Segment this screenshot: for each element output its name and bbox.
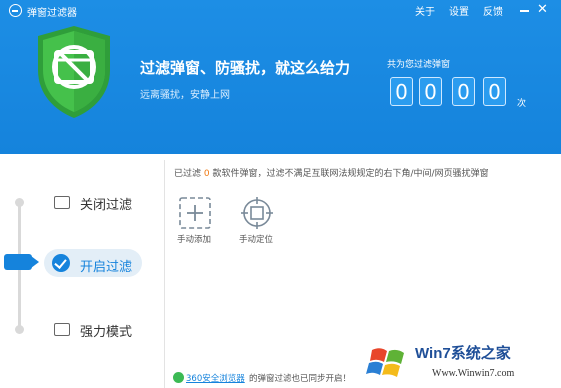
- watermark-brand: Win7系统之家: [415, 345, 511, 362]
- mode-off-label: 关闭过滤: [80, 198, 133, 213]
- watermark-url: Www.Winwin7.com: [432, 368, 515, 379]
- crosshair-icon[interactable]: [240, 196, 274, 230]
- minimize-icon[interactable]: [520, 10, 529, 12]
- manual-add-button[interactable]: [178, 196, 212, 230]
- counter-digit: 0: [483, 77, 506, 106]
- selection-pointer: [4, 254, 39, 270]
- headline: 过滤弹窗、防骚扰，就这么给力: [140, 59, 351, 77]
- filter-info: 已过滤 0 款软件弹窗，过滤不满足互联网法规规定的右下角/中间/网页骚扰弹窗: [174, 166, 489, 179]
- info-prefix: 已过滤: [174, 169, 202, 179]
- count-unit: 次: [517, 99, 527, 109]
- info-suffix: 款软件弹窗，过滤不满足互联网法规规定的右下角/中间/网页骚扰弹窗: [212, 169, 489, 179]
- footer-text: 的弹窗过滤也已同步开启！: [249, 374, 352, 384]
- browser-link[interactable]: 360安全浏览器: [186, 372, 245, 384]
- about-link[interactable]: 关于: [415, 3, 435, 18]
- close-icon[interactable]: ✕: [537, 2, 548, 17]
- app-logo-icon: [9, 4, 22, 17]
- feedback-link[interactable]: 反馈: [483, 3, 503, 18]
- title-bar: 弹窗过滤器 关于 设置 反馈 ✕: [0, 0, 561, 22]
- checklist-icon: [54, 196, 70, 209]
- divider: [164, 160, 165, 388]
- window-icon: [54, 323, 70, 336]
- mode-strong-label: 强力模式: [80, 325, 133, 340]
- counter-digit: 0: [390, 77, 413, 106]
- rail-dot: [15, 325, 24, 334]
- browser-logo-icon: [173, 372, 184, 383]
- mode-on-label: 开启过滤: [80, 260, 133, 275]
- rail-dot: [15, 198, 24, 207]
- counter-digit: 0: [419, 77, 442, 106]
- filtered-count: 0: [203, 169, 210, 179]
- manual-locate-label: 手动定位: [239, 235, 274, 245]
- shield-icon: [38, 26, 110, 118]
- settings-link[interactable]: 设置: [449, 3, 469, 18]
- subline: 远离骚扰，安静上网: [140, 90, 230, 101]
- app-title: 弹窗过滤器: [27, 8, 77, 19]
- manual-add-label: 手动添加: [177, 235, 212, 245]
- check-circle-icon: [52, 254, 70, 272]
- count-label: 共为您过滤弹窗: [387, 60, 451, 70]
- counter-digit: 0: [452, 77, 475, 106]
